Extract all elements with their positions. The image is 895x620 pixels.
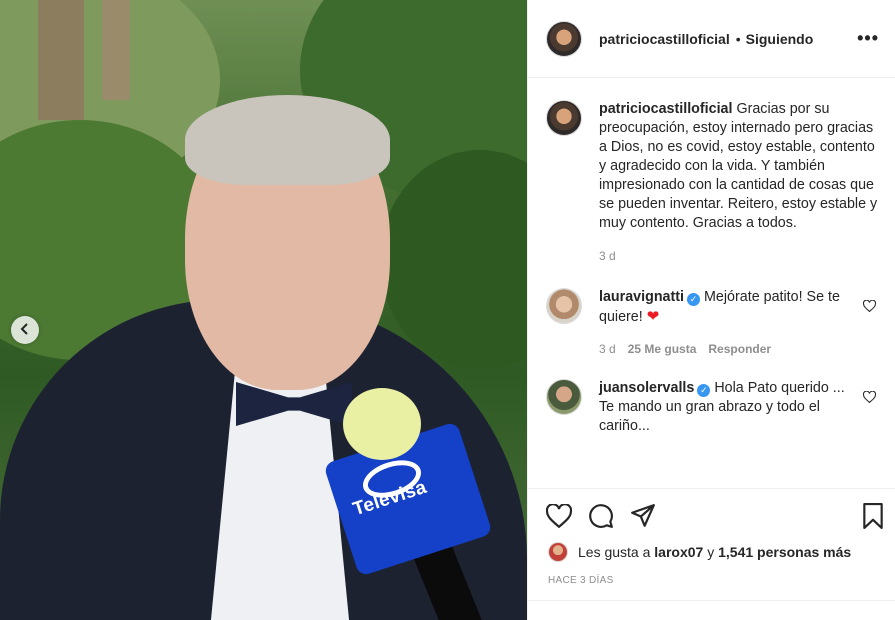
chevron-left-icon	[19, 322, 31, 338]
share-icon[interactable]	[630, 504, 656, 528]
comment-icon[interactable]	[588, 503, 614, 529]
post-header: patriciocastilloficial • Siguiendo •••	[528, 0, 895, 78]
post-actions: Les gusta a larox07 y 1,541 personas más…	[528, 488, 895, 600]
reply-button[interactable]: Responder	[708, 340, 771, 359]
heart-icon[interactable]	[546, 504, 572, 528]
bookmark-icon[interactable]	[862, 503, 884, 529]
comment-item: juansolervalls ✓ Hola Pato querido ... Te …	[546, 379, 880, 436]
carousel-prev-button[interactable]	[11, 316, 39, 344]
caption-username[interactable]: patriciocastilloficial	[599, 101, 732, 117]
comment-age[interactable]: 3 d	[599, 340, 616, 359]
liker-username[interactable]: larox07	[654, 544, 703, 560]
post-username[interactable]: patriciocastilloficial	[599, 31, 730, 47]
grey-hair	[185, 95, 390, 185]
comment-likes[interactable]: 25 Me gusta	[628, 340, 697, 359]
add-comment-area[interactable]	[528, 600, 895, 620]
heart-icon[interactable]	[862, 299, 877, 315]
comment-item: lauravignatti ✓ Mejórate patito! Se te qui…	[546, 288, 880, 359]
caption: patriciocastilloficial Gracias por su pr…	[546, 100, 880, 266]
comment-username[interactable]: lauravignatti	[599, 289, 684, 305]
avatar[interactable]	[546, 379, 582, 415]
likes-prefix: Les gusta a	[578, 544, 651, 560]
post-sidebar: patriciocastilloficial • Siguiendo ••• p…	[527, 0, 895, 620]
avatar[interactable]	[546, 100, 582, 136]
avatar[interactable]	[546, 20, 582, 57]
likes-others-link[interactable]: 1,541 personas más	[718, 544, 851, 560]
verified-icon: ✓	[687, 293, 701, 306]
verified-icon: ✓	[697, 384, 711, 397]
microphone-head	[343, 388, 421, 460]
heart-emoji: ❤	[646, 308, 660, 325]
post-timestamp[interactable]: HACE 3 DÍAS	[528, 575, 895, 586]
comment-username[interactable]: juansolervalls	[599, 380, 694, 396]
tree-trunk	[102, 0, 130, 100]
avatar[interactable]	[546, 288, 582, 324]
avatar[interactable]	[548, 542, 568, 562]
likes-and: y	[707, 544, 715, 560]
likes-summary: Les gusta a larox07 y 1,541 personas más	[528, 542, 895, 562]
following-button[interactable]: Siguiendo	[746, 31, 814, 47]
tree-trunk	[38, 0, 84, 120]
heart-icon[interactable]	[862, 390, 877, 406]
post-photo[interactable]: Televisa	[0, 0, 527, 620]
caption-age[interactable]: 3 d	[599, 247, 616, 266]
more-icon[interactable]: •••	[857, 28, 879, 49]
comments-list[interactable]: patriciocastilloficial Gracias por su pr…	[528, 78, 895, 488]
caption-text: Gracias por su preocupación, estoy inter…	[599, 101, 878, 231]
separator-dot: •	[735, 30, 741, 47]
